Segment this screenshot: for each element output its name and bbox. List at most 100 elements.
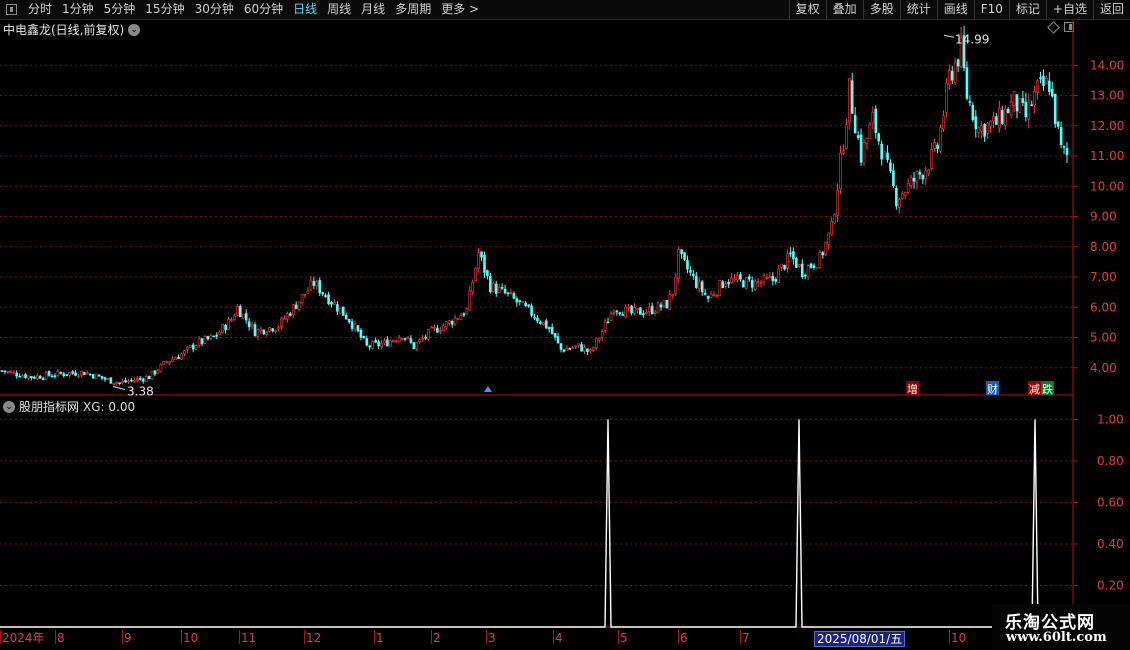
- candle-body: [706, 295, 710, 299]
- candle-body: [727, 281, 730, 285]
- candle-body: [1039, 77, 1042, 79]
- candle-body: [847, 77, 851, 123]
- candle-body: [291, 304, 295, 316]
- candle-body: [1056, 121, 1060, 127]
- candle-body: [280, 317, 283, 327]
- candle-body: [592, 347, 595, 351]
- candle-body: [465, 308, 469, 315]
- candle-body: [412, 342, 416, 350]
- candle-body: [3, 370, 7, 373]
- candle-body: [312, 281, 316, 286]
- candle-body: [236, 306, 239, 316]
- candle-body: [850, 80, 854, 114]
- date-tick: [678, 630, 679, 644]
- candle-body: [1062, 146, 1066, 148]
- candle-body: [289, 313, 292, 316]
- candle-body: [633, 307, 636, 314]
- candle-body: [459, 315, 463, 320]
- date-tick: [374, 630, 375, 644]
- candle-body: [100, 376, 104, 379]
- candle-body: [247, 321, 251, 328]
- candle-body: [730, 277, 733, 284]
- candle-body: [724, 283, 728, 287]
- candle-body: [824, 241, 828, 255]
- candle-body: [515, 298, 519, 303]
- candle-body: [106, 378, 110, 380]
- candle-body: [1059, 127, 1063, 146]
- candle-body: [659, 304, 663, 308]
- candle-body: [1050, 89, 1054, 97]
- candle-body: [583, 347, 586, 352]
- candle-body: [1042, 75, 1045, 86]
- candle-body: [359, 329, 363, 338]
- candle-body: [91, 374, 95, 379]
- candle-body: [759, 281, 763, 284]
- candle-body: [695, 275, 698, 288]
- candle-body: [980, 125, 983, 132]
- candle-body: [577, 343, 580, 346]
- price-tick-label: 10.00: [1090, 179, 1124, 193]
- date-tick-label: 5: [620, 631, 628, 645]
- candle-body: [956, 59, 960, 67]
- candle-body: [574, 345, 577, 348]
- candle-body: [939, 127, 942, 152]
- candle-body: [315, 281, 319, 287]
- candle-body: [109, 377, 113, 384]
- candle-body: [424, 336, 427, 339]
- candle-body: [753, 280, 757, 290]
- candle-body: [942, 115, 945, 129]
- candle-body: [418, 339, 422, 343]
- candle-body: [397, 337, 401, 343]
- candle-body: [571, 347, 575, 350]
- candle-body: [409, 338, 413, 343]
- candle-body: [468, 290, 472, 311]
- price-tick-label: 11.00: [1090, 149, 1124, 163]
- candle-body: [898, 199, 901, 208]
- candle-body: [24, 374, 27, 379]
- candle-body: [174, 357, 177, 361]
- candle-body: [680, 249, 683, 255]
- candle-body: [94, 373, 98, 380]
- candle-body: [356, 325, 360, 332]
- candle-body: [795, 257, 798, 268]
- candle-body: [368, 345, 372, 348]
- candle-body: [953, 62, 957, 83]
- candle-body: [780, 263, 783, 269]
- candle-body: [283, 318, 286, 321]
- price-tick-label: 13.00: [1090, 89, 1124, 103]
- candle-body: [703, 292, 707, 295]
- candle-body: [186, 346, 189, 350]
- candle-body: [886, 152, 889, 160]
- date-tick-label: 6: [680, 631, 688, 645]
- candle-body: [336, 304, 339, 312]
- candle-body: [271, 328, 274, 332]
- date-tick: [239, 630, 240, 644]
- candle-body: [686, 260, 689, 270]
- candle-body: [745, 277, 748, 289]
- candle-body: [553, 333, 557, 338]
- candle-body: [406, 337, 410, 339]
- candle-body: [121, 380, 124, 384]
- candle-body: [203, 336, 207, 344]
- price-tick-label: 5.00: [1090, 331, 1117, 345]
- candle-body: [889, 162, 892, 171]
- high-price-label: 14.99: [955, 32, 989, 46]
- candle-body: [948, 70, 951, 86]
- chart-canvas[interactable]: 14.0013.0012.0011.0010.009.008.007.006.0…: [0, 0, 1130, 650]
- candle-body: [983, 124, 986, 137]
- candle-body: [1036, 80, 1039, 93]
- candle-body: [344, 314, 348, 320]
- candle-body: [721, 281, 725, 289]
- candle-body: [441, 325, 445, 331]
- candle-body: [833, 213, 836, 224]
- candle-body: [647, 306, 651, 312]
- candle-body: [530, 305, 533, 316]
- candle-body: [915, 171, 919, 183]
- event-marker-label: 减: [1029, 383, 1040, 396]
- candle-body: [644, 312, 648, 314]
- candle-body: [1065, 148, 1069, 156]
- candle-body: [971, 105, 975, 121]
- candle-body: [700, 281, 704, 293]
- candle-body: [38, 375, 42, 379]
- candle-body: [233, 315, 236, 320]
